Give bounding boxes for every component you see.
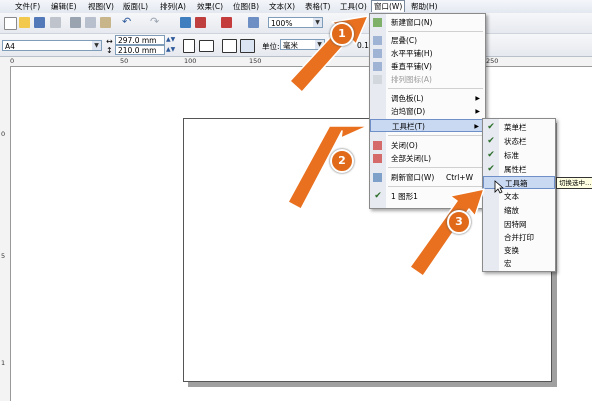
step-badge-1: 1 (330, 22, 354, 46)
arrow-2-icon (287, 124, 369, 210)
step-badge-2: 2 (330, 149, 354, 173)
annotation-overlay (287, 15, 485, 277)
step-badge-3: 3 (447, 210, 471, 234)
arrow-1-icon (289, 15, 369, 93)
arrow-3-icon (409, 188, 485, 277)
